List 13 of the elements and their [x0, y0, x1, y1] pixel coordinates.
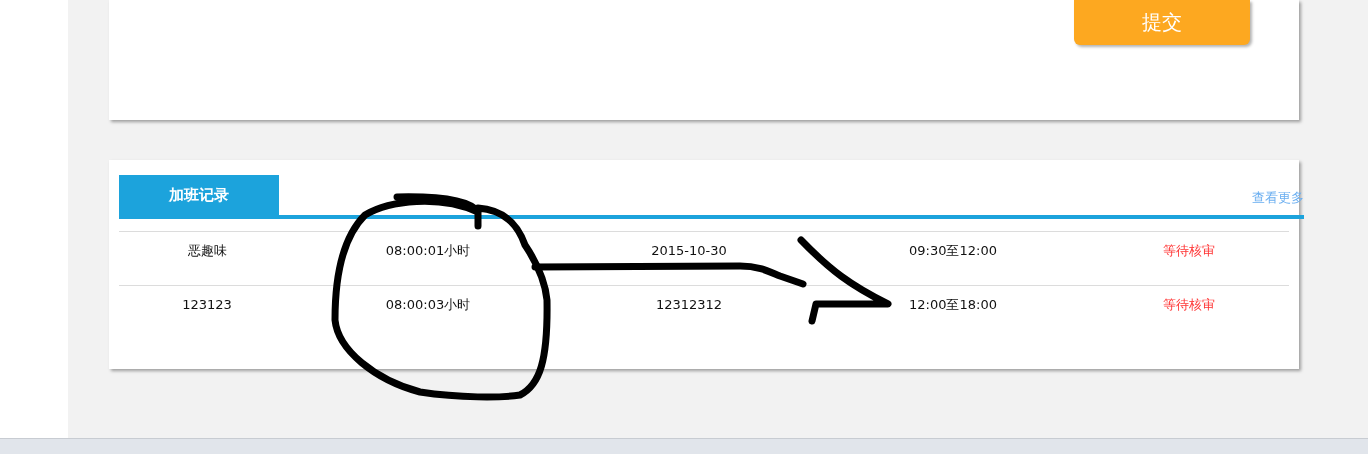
table-cell-text: 恶趣味: [186, 243, 228, 259]
table-cell-text: 12:00至18:00: [908, 297, 998, 313]
table-cell-text: 2015-10-30: [650, 243, 728, 259]
records-tab[interactable]: 加班记录: [119, 175, 279, 215]
status-text: 等待核审: [1162, 297, 1216, 313]
more-link[interactable]: 查看更多: [1252, 189, 1304, 207]
table-cell-text: 08:00:03小时: [384, 297, 472, 313]
submit-button[interactable]: 提交: [1074, 0, 1250, 45]
table-cell-text: 08:00:01小时: [384, 243, 472, 259]
table-cell-text: 12312312: [654, 297, 724, 313]
table-cell-text: 123123: [181, 297, 233, 313]
table-cell-text: 09:30至12:00: [908, 243, 998, 259]
status-text: 等待核审: [1162, 243, 1216, 259]
